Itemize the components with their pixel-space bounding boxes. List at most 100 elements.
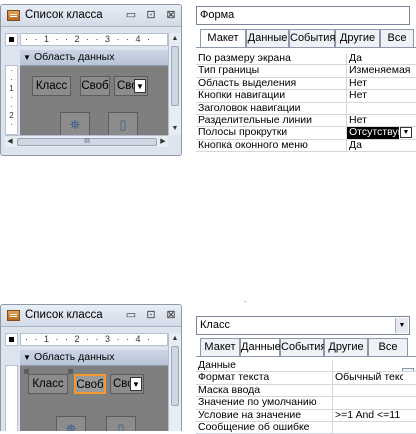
property-value: Изменяемая [349,65,411,77]
property-row-scrollbars[interactable]: Полосы прокрутки Отсутствуют▼ [196,127,416,140]
property-label: Разделительные линии [198,114,312,126]
property-value-selected[interactable]: Отсутствуют [347,127,399,139]
binoculars-icon: ⛯ [65,421,77,431]
property-row[interactable]: Условие на значение >=1 And <=11 [196,409,416,422]
combobox-svs[interactable]: Свс ▼ [114,76,148,96]
textbox-svob-selected[interactable]: Своб [74,374,106,394]
property-row[interactable]: Значение по умолчанию [196,397,416,410]
tab-layout[interactable]: Макет [200,29,246,48]
tab-all[interactable]: Все [380,29,414,47]
restore-button[interactable]: ⊡ [143,308,159,322]
horizontal-ruler: · · 1 · · 2 · · 3 · · 4 · [20,33,168,46]
property-label: Область выделения [198,77,297,89]
property-value: >=1 And <=11 [335,409,401,421]
move-handle[interactable] [68,369,73,374]
exit-button[interactable]: ▯ [106,416,136,431]
selection-type-combo[interactable]: Класс ▼ [196,316,410,335]
property-row[interactable]: По размеру экрана Да [196,53,416,66]
property-label: Кнопка оконного меню [198,139,308,151]
combobox-svs[interactable]: Свс ▼ [110,374,144,394]
property-label: Сообщение об ошибке [198,421,310,433]
property-tabs: Макет Данные События Другие Все [196,338,416,357]
vertical-ruler [5,365,18,431]
form-tab-title: Список класса [25,309,103,321]
vertical-scrollbar[interactable]: ▲ ▼ [168,33,181,135]
property-label: Тип границы [198,65,260,77]
stray-mark: . [244,294,247,304]
minimize-button[interactable]: ▭ [123,8,139,22]
scroll-grip-dots: III [84,138,90,145]
property-sheet-bottom: Класс ▼ Макет Данные События Другие Все … [196,312,416,434]
property-row[interactable]: Маска ввода [196,384,416,398]
dropdown-arrow-icon[interactable]: ▼ [130,377,142,391]
property-grid-top: По размеру экрана Да Тип границы Изменяема… [196,47,416,153]
scroll-up-icon[interactable]: ▲ [169,33,181,45]
property-label: Значение по умолчанию [198,397,317,409]
dropdown-arrow-icon[interactable]: ▼ [134,79,146,93]
property-row[interactable]: Сообщение об ошибке [196,421,416,434]
property-value: Нет [349,90,367,102]
detail-section-header[interactable]: Область данных [20,50,168,66]
property-label: Кнопки навигации [198,90,286,102]
selection-type-combo[interactable]: Форма [196,6,410,25]
property-row[interactable]: Данные [196,360,416,373]
form-tab-header[interactable]: Список класса ▭ ⊡ ⊠ [1,5,181,27]
form-tab-title: Список класса [25,9,103,21]
property-value: Да [349,53,362,64]
property-row[interactable]: Тип границы Изменяемая [196,65,416,78]
vertical-ruler: · · 1 · · 2 · [5,65,18,135]
textbox-svob[interactable]: Своб [80,76,110,96]
property-row[interactable]: Кнопка оконного меню Да [196,139,416,153]
tab-other[interactable]: Другие [324,338,368,356]
detail-section-header[interactable]: Область данных [20,350,168,366]
property-label: Маска ввода [198,384,261,396]
tab-other[interactable]: Другие [335,29,380,47]
detail-area[interactable]: Класс Своб Свс ▼ ⛯ ▯ [20,366,168,431]
label-klass[interactable]: Класс [32,76,71,96]
tab-data[interactable]: Данные [240,338,281,357]
tab-layout[interactable]: Макет [200,338,240,356]
property-row[interactable]: Кнопки навигации Нет [196,90,416,103]
close-button[interactable]: ⊠ [163,308,179,322]
minimize-button[interactable]: ▭ [123,308,139,322]
tab-all[interactable]: Все [368,338,408,356]
property-row[interactable]: Разделительные линии Нет [196,114,416,128]
property-value: Нет [349,77,367,89]
scroll-down-icon[interactable]: ▼ [169,123,181,135]
exit-door-icon: ▯ [117,421,125,431]
chevron-down-icon[interactable]: ▼ [395,318,408,333]
property-value: Обычный текст [335,372,403,384]
vertical-scrollbar[interactable]: ▲ [168,333,181,431]
property-row[interactable]: Заголовок навигации [196,102,416,115]
detail-area[interactable]: Класс Своб Свс ▼ ⛯ ▯ [20,66,168,138]
form-designer-window-top: Список класса ▭ ⊡ ⊠ · · 1 · · 2 · · 3 · … [0,4,182,156]
property-row[interactable]: Формат текста Обычный текст [196,372,416,385]
form-selector[interactable] [5,333,18,346]
property-label: Полосы прокрутки [198,127,288,139]
property-value: Да [349,139,362,151]
scroll-thumb[interactable] [171,46,179,106]
binoculars-button[interactable]: ⛯ [56,416,86,431]
scroll-up-icon[interactable]: ▲ [169,333,181,345]
property-label: Заголовок навигации [198,102,301,114]
form-tab-header[interactable]: Список класса ▭ ⊡ ⊠ [1,305,181,327]
property-row[interactable]: Область выделения Нет [196,77,416,91]
tab-events[interactable]: События [289,29,335,47]
property-label: Формат текста [198,372,270,384]
label-klass[interactable]: Класс [28,374,68,394]
property-grid-bottom: Данные Формат текста Обычный текст Маска … [196,356,416,434]
close-button[interactable]: ⊠ [163,8,179,22]
tab-events[interactable]: События [280,338,326,356]
h-scroll-thumb[interactable]: III [17,138,157,146]
scroll-thumb[interactable] [171,346,179,406]
dropdown-arrow-icon[interactable]: ▼ [400,127,412,139]
property-label: По размеру экрана [198,53,291,64]
property-label: Условие на значение [198,409,302,421]
scroll-right-icon[interactable]: ▶ [158,136,168,147]
scroll-left-icon[interactable]: ◀ [5,136,15,147]
restore-button[interactable]: ⊡ [143,8,159,22]
form-selector[interactable] [5,33,18,46]
form-icon [7,10,20,21]
horizontal-scrollbar[interactable]: ◀ III ▶ [5,135,168,147]
tab-data[interactable]: Данные [246,29,289,47]
